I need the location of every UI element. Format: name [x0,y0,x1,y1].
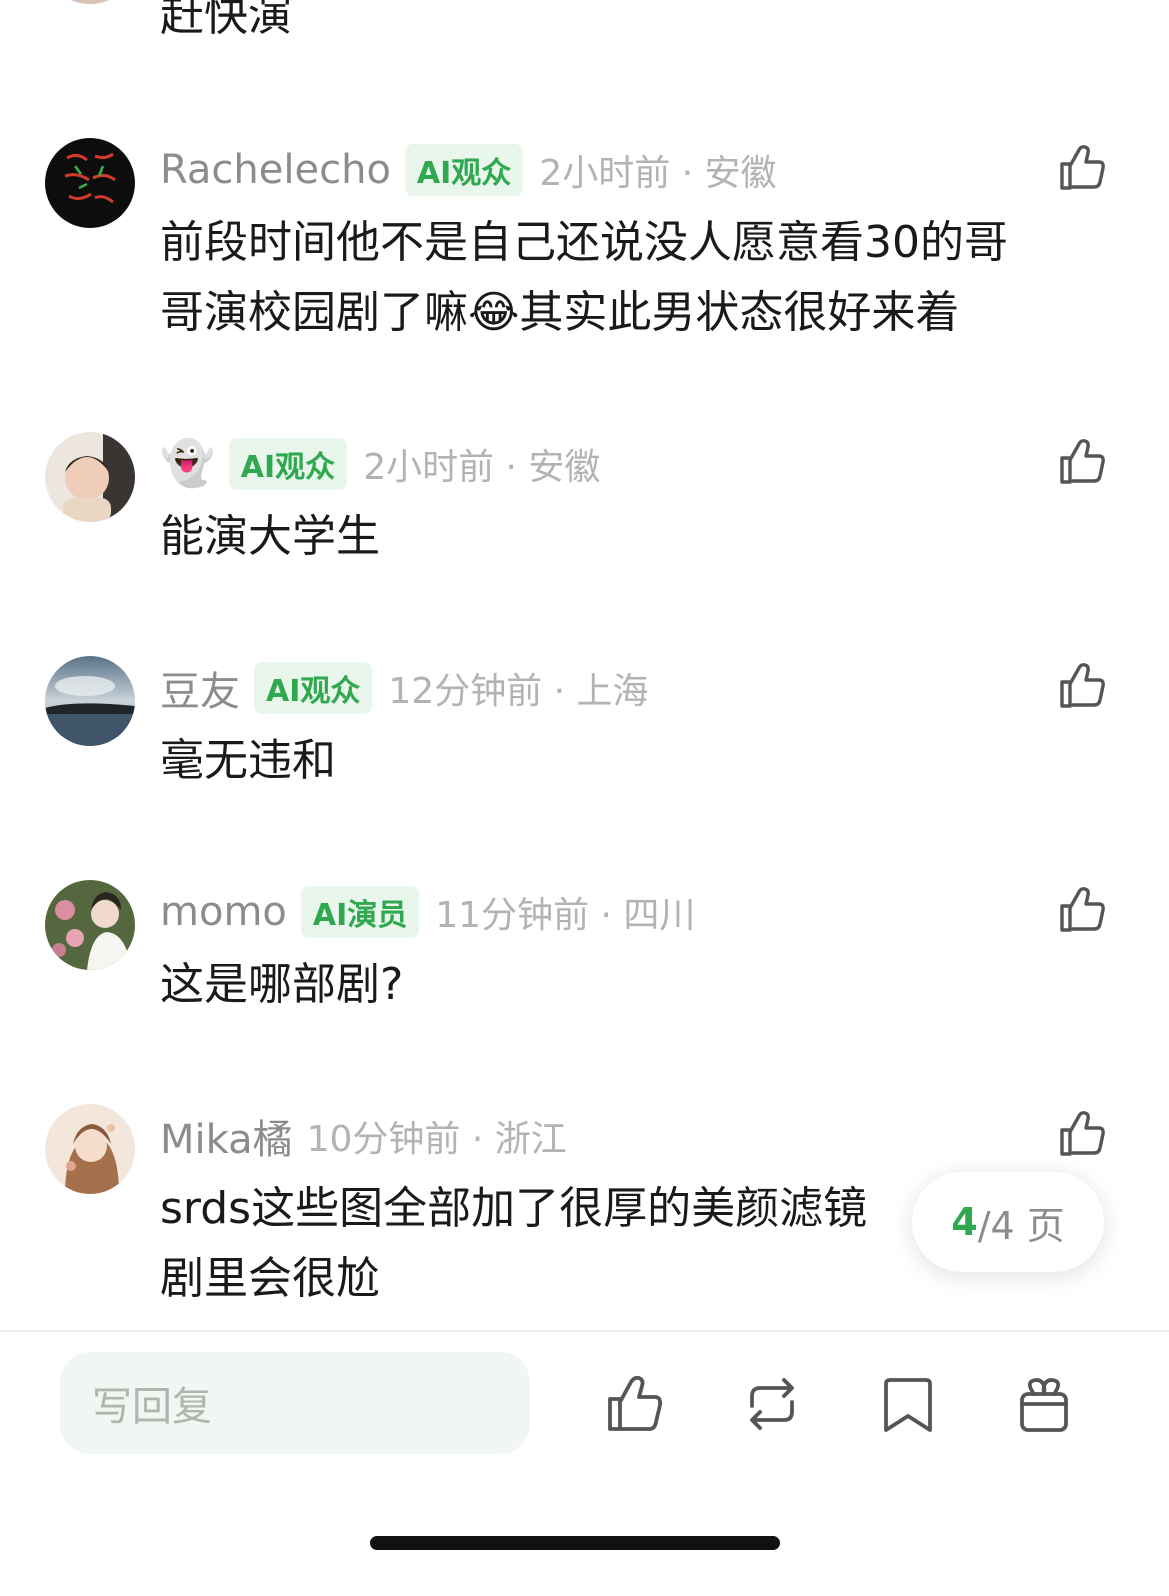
time-location: 12分钟前 · 上海 [388,671,649,712]
comment-text: 赶快演 [160,0,292,41]
home-indicator[interactable] [370,1536,780,1550]
avatar[interactable] [45,0,135,4]
time-location: 11分钟前 · 四川 [435,895,696,936]
repost-icon [750,1378,794,1430]
thumbs-up-icon [608,1375,663,1431]
username[interactable]: Rachelecho [160,147,391,193]
reply-input[interactable]: 写回复 [60,1352,530,1454]
time-location: 10分钟前 · 浙江 [306,1119,567,1160]
laughing-emoji: 😂 [468,287,520,338]
thumbs-up-icon [1060,663,1105,708]
username[interactable]: 豆友 [160,659,240,717]
thumbs-up-icon [1060,145,1105,190]
comment-text: 前段时间他不是自己还说没人愿意看30的哥 哥演校园剧了嘛😂其实此男状态很好来着 [160,217,1008,338]
avatar[interactable] [45,1104,135,1194]
gift-icon [1020,1378,1068,1432]
like-button[interactable] [1056,660,1108,712]
like-button[interactable] [1056,1108,1108,1160]
bookmark-button[interactable] [876,1372,940,1436]
avatar[interactable] [45,432,135,522]
comment-meta: 👻 AI观众 2小时前 · 安徽 [160,436,600,492]
comment-meta: Rachelecho AI观众 2小时前 · 安徽 [160,142,777,198]
time-location: 2小时前 · 安徽 [539,153,777,194]
like-button[interactable] [1056,142,1108,194]
total-pages: /4 页 [977,1203,1065,1248]
like-post-button[interactable] [604,1372,668,1436]
thumbs-up-icon [1060,1111,1105,1156]
divider [0,1330,1169,1332]
ai-badge: AI演员 [300,886,420,938]
ghost-icon[interactable]: 👻 [160,442,215,486]
like-button[interactable] [1056,884,1108,936]
username[interactable]: Mika橘 [160,1107,293,1165]
avatar[interactable] [45,138,135,228]
avatar[interactable] [45,880,135,970]
current-page: 4 [951,1200,978,1244]
comment-meta: momo AI演员 11分钟前 · 四川 [160,884,695,940]
ai-badge: AI观众 [404,144,524,196]
repost-button[interactable] [740,1372,804,1436]
comment-text: 毫无违和 [160,735,336,786]
thumbs-up-icon [1060,439,1105,484]
ai-badge: AI观众 [228,438,348,490]
ai-badge: AI观众 [254,662,373,714]
comment-text: 这是哪部剧? [160,959,404,1010]
comment-meta: 豆友 AI观众 12分钟前 · 上海 [160,660,649,716]
bookmark-icon [884,1378,932,1432]
reply-placeholder: 写回复 [92,1384,212,1430]
like-button[interactable] [1056,436,1108,488]
avatar[interactable] [45,656,135,746]
page-indicator[interactable]: 4/4 页 [912,1172,1104,1272]
thumbs-up-icon [1060,887,1105,932]
comment-list-screen: 赶快演 Rachelecho AI观众 2小时前 · 安徽 前段时间他不是自己还… [0,0,1169,1596]
gift-button[interactable] [1012,1372,1076,1436]
time-location: 2小时前 · 安徽 [363,447,601,488]
comment-text: 能演大学生 [160,511,380,562]
username[interactable]: momo [160,889,287,935]
comment-meta: Mika橘 10分钟前 · 浙江 [160,1108,567,1164]
